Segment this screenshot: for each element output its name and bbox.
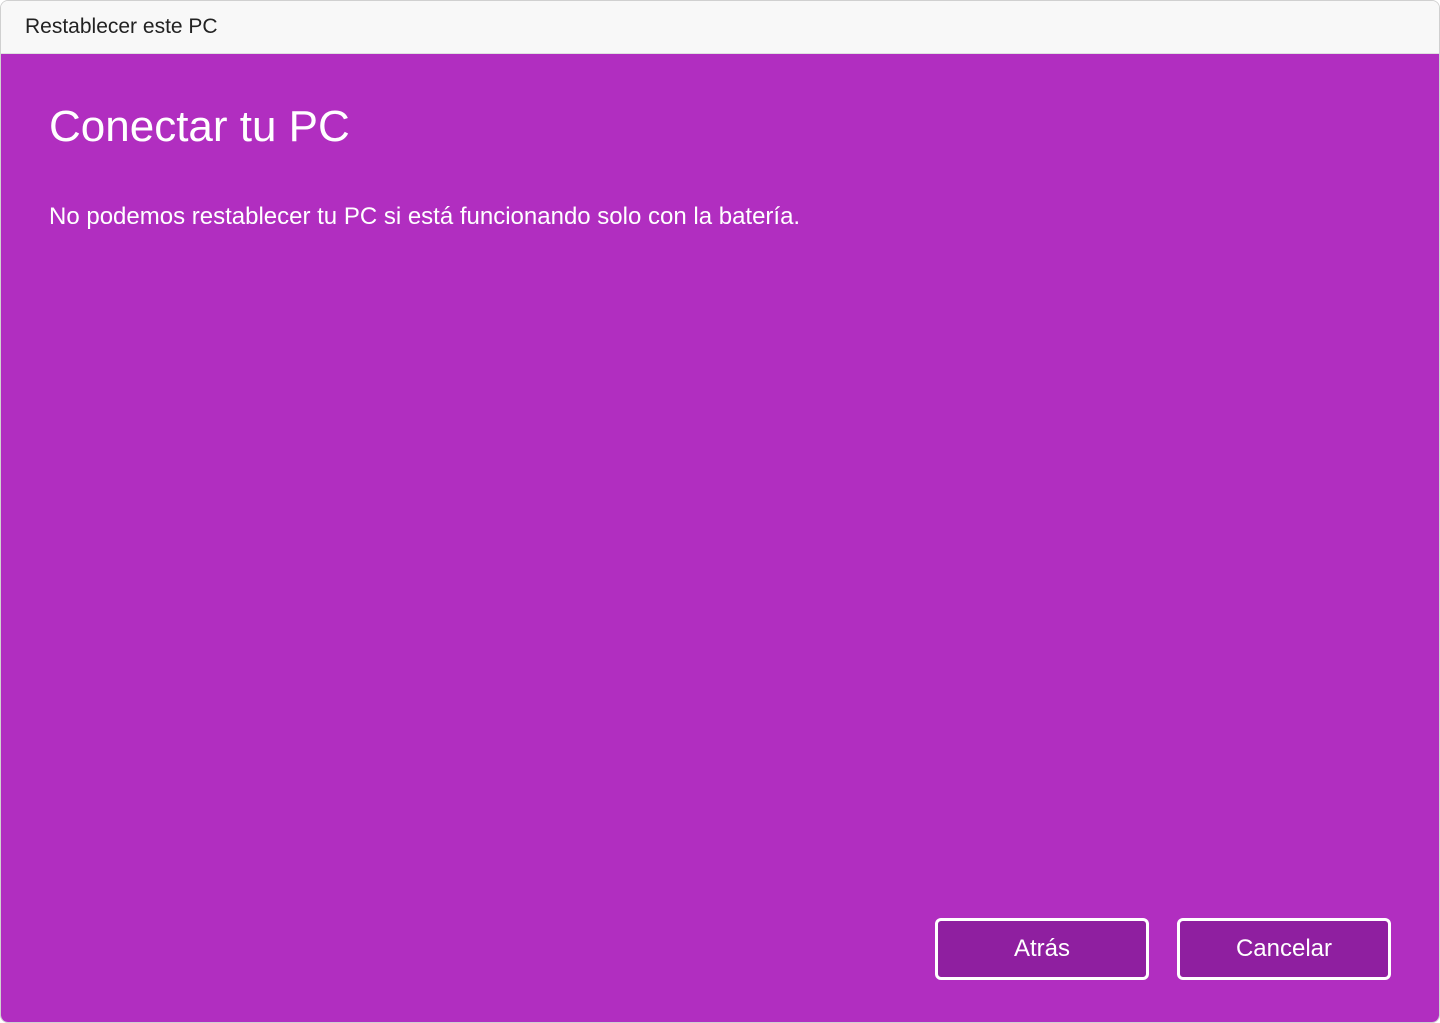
cancel-button[interactable]: Cancelar — [1177, 918, 1391, 980]
page-heading: Conectar tu PC — [49, 102, 1391, 152]
status-message: No podemos restablecer tu PC si está fun… — [49, 200, 1391, 234]
window-title: Restablecer este PC — [25, 15, 218, 38]
dialog-window: Restablecer este PC Conectar tu PC No po… — [0, 0, 1440, 1023]
title-bar: Restablecer este PC — [1, 1, 1439, 54]
content-area: Conectar tu PC No podemos restablecer tu… — [1, 54, 1439, 1022]
back-button[interactable]: Atrás — [935, 918, 1149, 980]
button-row: Atrás Cancelar — [935, 918, 1391, 980]
